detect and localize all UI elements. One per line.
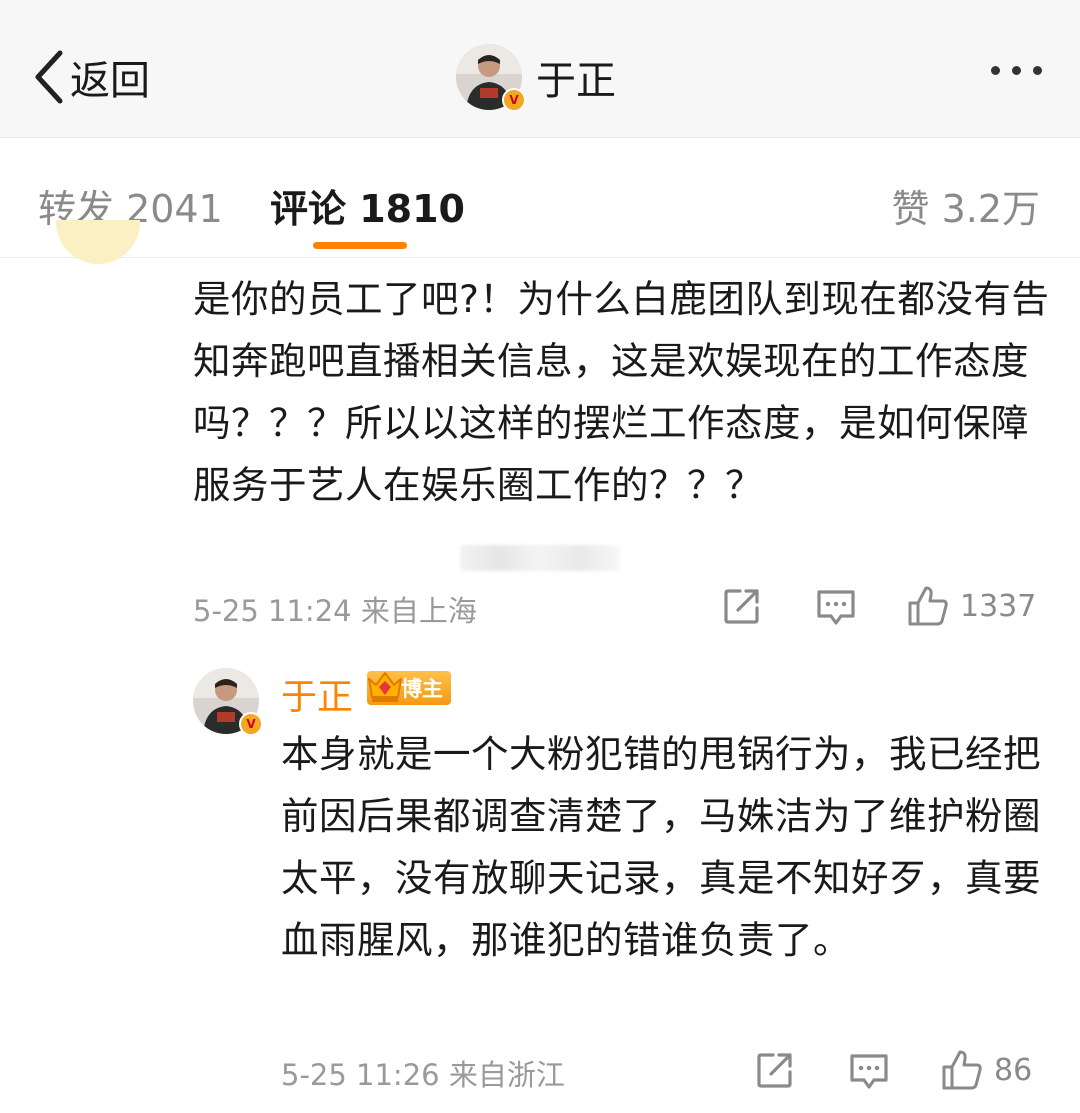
like-icon — [908, 586, 948, 626]
like-icon — [942, 1050, 982, 1090]
like-count: 86 — [994, 1052, 1033, 1088]
tab-like[interactable]: 赞 3.2万 — [891, 178, 1040, 233]
reply-meta: 5-25 11:26 来自浙江 — [281, 1058, 565, 1092]
comment-icon — [850, 1054, 888, 1089]
share-icon — [724, 589, 759, 624]
back-chevron-icon — [35, 50, 63, 104]
more-button[interactable] — [991, 66, 1042, 75]
badge-pill: 博主 — [367, 671, 451, 705]
more-dots-icon — [1012, 66, 1021, 75]
verified-icon: V — [502, 88, 526, 112]
avatar: V — [193, 668, 263, 736]
comment-text: 是你的员工了吧?！为什么白鹿团队到现在都没有告知奔跑吧直播相关信息，这是欢娱现在… — [193, 277, 1050, 507]
crown-icon — [368, 672, 402, 702]
share-button[interactable] — [755, 1050, 795, 1090]
verified-icon: V — [239, 712, 263, 736]
back-button[interactable]: 返回 — [30, 46, 150, 108]
badge-label: 博主 — [401, 677, 443, 701]
comment-meta: 5-25 11:24 来自上海 — [193, 594, 477, 628]
top-nav-bar: 返回 V 于正 — [0, 0, 1080, 138]
author-badge: 博主 — [367, 671, 451, 705]
reply-avatar[interactable]: V — [193, 668, 263, 736]
tab-bar: 转发 2041 评论 1810 赞 3.2万 — [0, 138, 1080, 258]
comment-button[interactable] — [815, 588, 857, 628]
comment-button[interactable] — [848, 1052, 890, 1092]
profile-title[interactable]: V 于正 — [456, 44, 616, 112]
active-tab-indicator — [313, 242, 407, 249]
share-icon — [757, 1053, 792, 1088]
comment-icon — [817, 590, 855, 625]
share-button[interactable] — [722, 586, 762, 626]
back-label: 返回 — [70, 58, 150, 104]
page-title: 于正 — [536, 58, 616, 104]
like-button[interactable]: 1337 — [906, 584, 1036, 628]
tab-comment[interactable]: 评论 1810 — [270, 178, 465, 233]
more-dots-icon — [1033, 66, 1042, 75]
reply-text: 本身就是一个大粉犯错的甩锅行为，我已经把前因后果都调查清楚了，马姝洁为了维护粉圈… — [281, 732, 1041, 962]
avatar[interactable]: V — [456, 44, 526, 112]
like-count: 1337 — [960, 588, 1037, 624]
more-dots-icon — [991, 66, 1000, 75]
reply-author[interactable]: 于正 — [281, 668, 353, 720]
like-button[interactable]: 86 — [940, 1048, 1032, 1092]
redacted-image-strip — [460, 545, 620, 571]
